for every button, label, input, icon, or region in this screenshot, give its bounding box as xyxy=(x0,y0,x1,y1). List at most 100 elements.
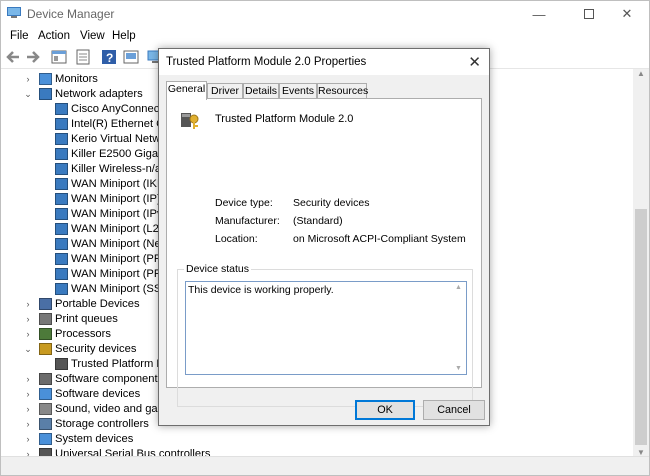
tree-item-label: Security devices xyxy=(55,343,137,355)
network-adapter-icon xyxy=(55,193,68,205)
tree-item-label: WAN Miniport (IP) xyxy=(71,193,161,205)
forward-icon[interactable] xyxy=(25,49,41,65)
menu-action[interactable]: Action xyxy=(38,30,70,42)
scrollbar-thumb[interactable] xyxy=(635,209,647,445)
tree-item-label: Processors xyxy=(55,328,111,340)
tree-item-label: Storage controllers xyxy=(55,418,149,430)
network-adapter-icon xyxy=(55,148,68,160)
network-adapter-icon xyxy=(55,103,68,115)
list-view-icon[interactable] xyxy=(75,49,91,65)
expanded-chevron-icon[interactable]: ⌄ xyxy=(23,87,33,102)
menu-view[interactable]: View xyxy=(80,30,105,42)
printer-icon xyxy=(39,313,52,325)
network-adapter-icon xyxy=(55,238,68,250)
device-name: Trusted Platform Module 2.0 xyxy=(215,113,354,125)
tree-item-label: Sound, video and game xyxy=(55,403,174,415)
status-scrollbar[interactable]: ▲ ▼ xyxy=(452,282,466,374)
system-device-icon xyxy=(39,433,52,445)
close-window-button[interactable]: ✕ xyxy=(605,1,649,27)
help-icon[interactable]: ? xyxy=(101,49,117,65)
tree-item-label: Software components xyxy=(55,373,164,385)
collapsed-chevron-icon[interactable]: › xyxy=(23,402,33,417)
software-device-icon xyxy=(39,388,52,400)
device-status-title: Device status xyxy=(184,263,252,275)
collapsed-chevron-icon[interactable]: › xyxy=(23,327,33,342)
tree-item-label: Kerio Virtual Networ xyxy=(71,133,171,145)
location-label: Location: xyxy=(215,233,258,245)
collapsed-chevron-icon[interactable]: › xyxy=(23,72,33,87)
title-bar: Device Manager — ✕ xyxy=(1,1,649,27)
manufacturer-value: (Standard) xyxy=(293,215,343,227)
menu-help[interactable]: Help xyxy=(112,30,136,42)
properties-dialog: Trusted Platform Module 2.0 Properties ✕… xyxy=(158,48,490,426)
location-value: on Microsoft ACPI-Compliant System xyxy=(293,233,466,245)
dialog-title-bar: Trusted Platform Module 2.0 Properties ✕ xyxy=(159,49,489,75)
device-status-textbox[interactable]: This device is working properly. ▲ ▼ xyxy=(185,281,467,375)
menu-file[interactable]: File xyxy=(10,30,29,42)
network-adapter-icon xyxy=(55,223,68,235)
network-adapter-icon xyxy=(55,253,68,265)
collapsed-chevron-icon[interactable]: › xyxy=(23,432,33,447)
network-adapter-icon xyxy=(55,178,68,190)
collapsed-chevron-icon[interactable]: › xyxy=(23,297,33,312)
sound-icon xyxy=(39,403,52,415)
tree-item-label: Print queues xyxy=(55,313,118,325)
expanded-chevron-icon[interactable]: ⌄ xyxy=(23,342,33,357)
storage-controller-icon xyxy=(39,418,52,430)
device-status-text: This device is working properly. xyxy=(188,284,334,296)
tab-general[interactable]: General xyxy=(166,81,207,100)
svg-text:?: ? xyxy=(106,51,113,65)
tree-item-label: Software devices xyxy=(55,388,141,400)
tree-item-label: WAN Miniport (Netw xyxy=(71,238,172,250)
back-icon[interactable] xyxy=(5,49,21,65)
cancel-button[interactable]: Cancel xyxy=(423,400,485,420)
network-adapter-icon xyxy=(55,283,68,295)
dialog-title: Trusted Platform Module 2.0 Properties xyxy=(166,56,367,68)
menu-bar: File Action View Help xyxy=(1,28,649,46)
general-tab-panel: Trusted Platform Module 2.0 Device type:… xyxy=(166,98,482,407)
security-device-icon xyxy=(39,343,52,355)
network-adapter-icon xyxy=(55,118,68,130)
software-component-icon xyxy=(39,373,52,385)
tree-item-label: Trusted Platform Mo xyxy=(71,358,172,370)
status-scroll-up-icon[interactable]: ▲ xyxy=(455,284,462,291)
scan-hardware-icon[interactable] xyxy=(123,49,139,65)
tree-item-label: Monitors xyxy=(55,73,98,85)
tab-events[interactable]: Events xyxy=(279,83,317,99)
collapsed-chevron-icon[interactable]: › xyxy=(23,387,33,402)
ok-button[interactable]: OK xyxy=(355,400,415,420)
maximize-icon xyxy=(584,9,594,19)
device-status-group: Device status This device is working pro… xyxy=(177,263,473,407)
tab-details[interactable]: Details xyxy=(243,83,279,99)
status-scroll-down-icon[interactable]: ▼ xyxy=(455,365,462,372)
collapsed-chevron-icon[interactable]: › xyxy=(23,372,33,387)
tpm-chip-icon xyxy=(181,113,199,129)
vertical-scrollbar[interactable]: ▲ ▼ xyxy=(633,69,649,459)
collapsed-chevron-icon[interactable]: › xyxy=(23,312,33,327)
scroll-up-icon[interactable]: ▲ xyxy=(637,69,645,78)
window-title: Device Manager xyxy=(27,7,115,21)
portable-device-icon xyxy=(39,298,52,310)
properties-view-icon[interactable] xyxy=(51,49,67,65)
tab-driver[interactable]: Driver xyxy=(207,83,243,99)
network-adapter-icon xyxy=(55,163,68,175)
network-adapter-icon xyxy=(39,88,52,100)
network-adapter-icon xyxy=(55,268,68,280)
network-adapter-icon xyxy=(55,133,68,145)
network-adapter-icon xyxy=(55,208,68,220)
device-type-value: Security devices xyxy=(293,197,370,209)
manufacturer-label: Manufacturer: xyxy=(215,215,280,227)
tab-resources[interactable]: Resources xyxy=(317,83,368,99)
collapsed-chevron-icon[interactable]: › xyxy=(23,417,33,432)
monitor-icon xyxy=(39,73,52,85)
tree-item-label: System devices xyxy=(55,433,134,445)
close-icon: ✕ xyxy=(621,6,633,21)
device-type-label: Device type: xyxy=(215,197,273,209)
tpm-icon xyxy=(55,358,68,370)
dialog-close-button[interactable]: ✕ xyxy=(468,53,481,71)
tree-item-label: Network adapters xyxy=(55,88,143,100)
tree-item-label: Portable Devices xyxy=(55,298,140,310)
horizontal-scrollbar[interactable] xyxy=(1,456,649,475)
processor-icon xyxy=(39,328,52,340)
minimize-button[interactable]: — xyxy=(517,1,561,27)
